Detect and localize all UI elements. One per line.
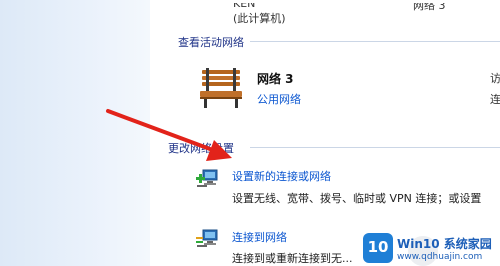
computer-subtitle: (此计算机) xyxy=(233,12,286,25)
connections-fragment: 连 xyxy=(490,93,500,106)
watermark-logo: 10 xyxy=(363,233,393,263)
new-connection-icon xyxy=(196,169,218,187)
access-type-fragment: 访 xyxy=(490,72,500,85)
network-type-link[interactable]: 公用网络 xyxy=(257,91,301,107)
change-settings-title: 更改网络设置 xyxy=(168,142,234,155)
left-navigation-pane xyxy=(0,0,150,266)
connect-to-network-description: 连接到或重新连接到无... xyxy=(232,252,353,265)
active-networks-title: 查看活动网络 xyxy=(178,36,244,49)
connect-network-icon xyxy=(196,229,218,247)
watermark-badge-text: 10 xyxy=(367,238,389,256)
section-divider xyxy=(250,41,500,42)
computer-name: KEN xyxy=(233,0,256,10)
setup-new-connection-link[interactable]: 设置新的连接或网络 xyxy=(232,168,331,184)
setup-new-connection-description: 设置无线、宽带、拨号、临时或 VPN 连接；或设置 xyxy=(232,192,482,205)
network-sharing-center-main: KEN (此计算机) 网络 3 查看活动网络 网络 3 公用网络 访 连 更改网… xyxy=(150,0,500,266)
watermark-url: www.qdhuajin.com xyxy=(397,252,483,262)
watermark-brand: Win10 系统家园 xyxy=(397,237,492,251)
network-fragment: 网络 3 xyxy=(413,0,446,12)
section-divider xyxy=(250,147,500,148)
network-name: 网络 3 xyxy=(257,72,294,86)
connect-to-network-link[interactable]: 连接到网络 xyxy=(232,229,287,245)
watermark: 10 Win10 系统家园 www.qdhuajin.com xyxy=(363,233,500,266)
bench-icon xyxy=(200,68,242,108)
